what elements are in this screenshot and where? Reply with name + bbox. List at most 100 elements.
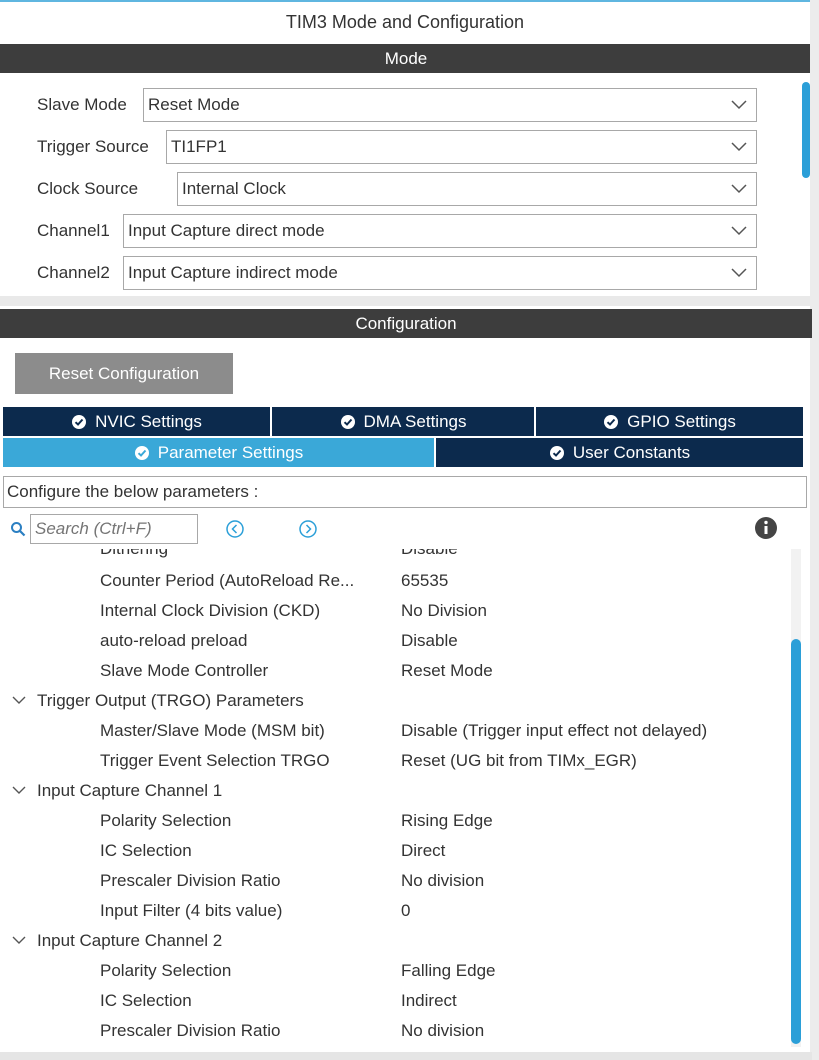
channel2-label: Channel2 [37, 263, 110, 282]
tab-nvic-settings[interactable]: NVIC Settings [3, 407, 272, 436]
previous-result-icon[interactable] [225, 519, 245, 539]
channel2-row: Channel2 [37, 256, 110, 290]
chevron-down-icon [731, 226, 747, 236]
param-row[interactable]: Polarity Selection Falling Edge [0, 956, 790, 986]
group-ic2-header[interactable]: Input Capture Channel 2 [0, 926, 790, 956]
check-circle-icon [340, 414, 355, 429]
param-row[interactable]: Slave Mode Controller Reset Mode [0, 656, 790, 686]
window-scrollbar-track[interactable] [810, 0, 819, 1060]
group-label: Trigger Output (TRGO) Parameters [37, 691, 304, 710]
param-name: Prescaler Division Ratio [100, 1021, 281, 1040]
clock-source-select[interactable]: Internal Clock [177, 172, 757, 206]
param-row[interactable]: Input Filter (4 bits value) 0 [0, 896, 790, 926]
channel1-row: Channel1 [37, 214, 110, 248]
configure-hint: Configure the below parameters : [3, 476, 807, 508]
group-trgo-header[interactable]: Trigger Output (TRGO) Parameters [0, 686, 790, 716]
param-name: IC Selection [100, 991, 192, 1010]
param-name: auto-reload preload [100, 631, 248, 650]
channel1-select[interactable]: Input Capture direct mode [123, 214, 757, 248]
trigger-source-select[interactable]: TI1FP1 [166, 130, 757, 164]
param-row[interactable]: Internal Clock Division (CKD) No Divisio… [0, 596, 790, 626]
param-value: No division [401, 1021, 485, 1040]
param-value: Disable (Trigger input effect not delaye… [401, 721, 708, 740]
group-ic1-header[interactable]: Input Capture Channel 1 [0, 776, 790, 806]
param-name: Dithering [100, 549, 168, 559]
param-name: IC Selection [100, 841, 192, 860]
group-label: Input Capture Channel 1 [37, 781, 223, 800]
param-value: Indirect [401, 991, 457, 1010]
chevron-down-icon[interactable] [12, 784, 26, 796]
parameters-scrollbar-thumb[interactable] [791, 639, 801, 1044]
param-name: Slave Mode Controller [100, 661, 269, 680]
param-row[interactable]: IC Selection Indirect [0, 986, 790, 1016]
search-input[interactable] [30, 514, 198, 544]
check-circle-icon [134, 445, 149, 460]
slave-mode-select[interactable]: Reset Mode [143, 88, 757, 122]
param-row[interactable]: auto-reload preload Disable [0, 626, 790, 656]
clock-source-value: Internal Clock [182, 179, 286, 198]
parameters-list: Dithering Disable Counter Period (AutoRe… [0, 549, 800, 1049]
chevron-down-icon[interactable] [12, 694, 26, 706]
info-icon[interactable] [754, 516, 778, 540]
mode-panel: Slave Mode Reset Mode Trigger Source TI1… [0, 73, 812, 299]
mode-scrollbar-thumb[interactable] [802, 82, 810, 178]
trigger-source-label: Trigger Source [37, 137, 149, 156]
window-title: TIM3 Mode and Configuration [285, 12, 525, 32]
mode-section-header[interactable]: Mode [0, 44, 812, 73]
clock-source-label: Clock Source [37, 179, 139, 198]
param-name: Polarity Selection [100, 811, 232, 830]
tab-gpio-settings[interactable]: GPIO Settings [536, 407, 803, 436]
channel2-select[interactable]: Input Capture indirect mode [123, 256, 757, 290]
next-result-icon[interactable] [298, 519, 318, 539]
param-value: Falling Edge [401, 961, 496, 980]
slave-mode-label: Slave Mode [37, 95, 127, 114]
tab-gpio-settings-label: GPIO Settings [627, 411, 736, 431]
chevron-down-icon [731, 268, 747, 278]
param-value: No division [401, 871, 485, 890]
param-row[interactable]: Trigger Event Selection TRGO Reset (UG b… [0, 746, 790, 776]
tab-dma-settings[interactable]: DMA Settings [272, 407, 536, 436]
param-name: Input Filter (4 bits value) [100, 901, 283, 920]
param-value: Reset (UG bit from TIMx_EGR) [401, 751, 637, 770]
search-row [0, 511, 810, 547]
param-name: Master/Slave Mode (MSM bit) [100, 721, 325, 740]
param-value: 65535 [401, 571, 449, 590]
chevron-down-icon[interactable] [12, 934, 26, 946]
param-row[interactable]: Master/Slave Mode (MSM bit) Disable (Tri… [0, 716, 790, 746]
param-value: Direct [401, 841, 446, 860]
tab-user-constants[interactable]: User Constants [436, 438, 803, 467]
param-row[interactable]: Polarity Selection Rising Edge [0, 806, 790, 836]
check-circle-icon [72, 414, 87, 429]
tab-user-constants-label: User Constants [572, 442, 691, 462]
channel1-value: Input Capture direct mode [128, 221, 325, 240]
param-row[interactable]: Prescaler Division Ratio No division [0, 866, 790, 896]
group-label: Input Capture Channel 2 [37, 931, 223, 950]
chevron-down-icon [731, 142, 747, 152]
check-circle-icon [604, 414, 619, 429]
reset-configuration-button[interactable]: Reset Configuration [15, 353, 233, 394]
window-bottom-border [0, 1052, 812, 1060]
param-value: Reset Mode [401, 661, 493, 680]
trigger-source-value: TI1FP1 [171, 137, 227, 156]
param-value: No Division [401, 601, 487, 620]
param-name: Counter Period (AutoReload Re... [100, 571, 355, 590]
mode-panel-divider [0, 296, 812, 306]
param-row[interactable]: Counter Period (AutoReload Re... 65535 [0, 566, 790, 596]
param-name: Polarity Selection [100, 961, 232, 980]
tab-parameter-settings-label: Parameter Settings [157, 442, 304, 462]
param-name: Trigger Event Selection TRGO [100, 751, 330, 770]
param-row[interactable]: Dithering Disable [0, 549, 790, 564]
tab-dma-settings-label: DMA Settings [363, 411, 467, 431]
param-row[interactable]: IC Selection Direct [0, 836, 790, 866]
chevron-down-icon [731, 184, 747, 194]
slave-mode-value: Reset Mode [148, 95, 240, 114]
param-name: Prescaler Division Ratio [100, 871, 281, 890]
channel1-label: Channel1 [37, 221, 110, 240]
search-icon[interactable] [10, 521, 26, 537]
param-row[interactable]: Prescaler Division Ratio No division [0, 1016, 790, 1046]
clock-source-row: Clock Source [37, 172, 138, 206]
trigger-source-row: Trigger Source [37, 130, 149, 164]
tab-parameter-settings[interactable]: Parameter Settings [3, 438, 436, 467]
param-value: Disable [401, 549, 458, 559]
configuration-section-header[interactable]: Configuration [0, 309, 812, 338]
